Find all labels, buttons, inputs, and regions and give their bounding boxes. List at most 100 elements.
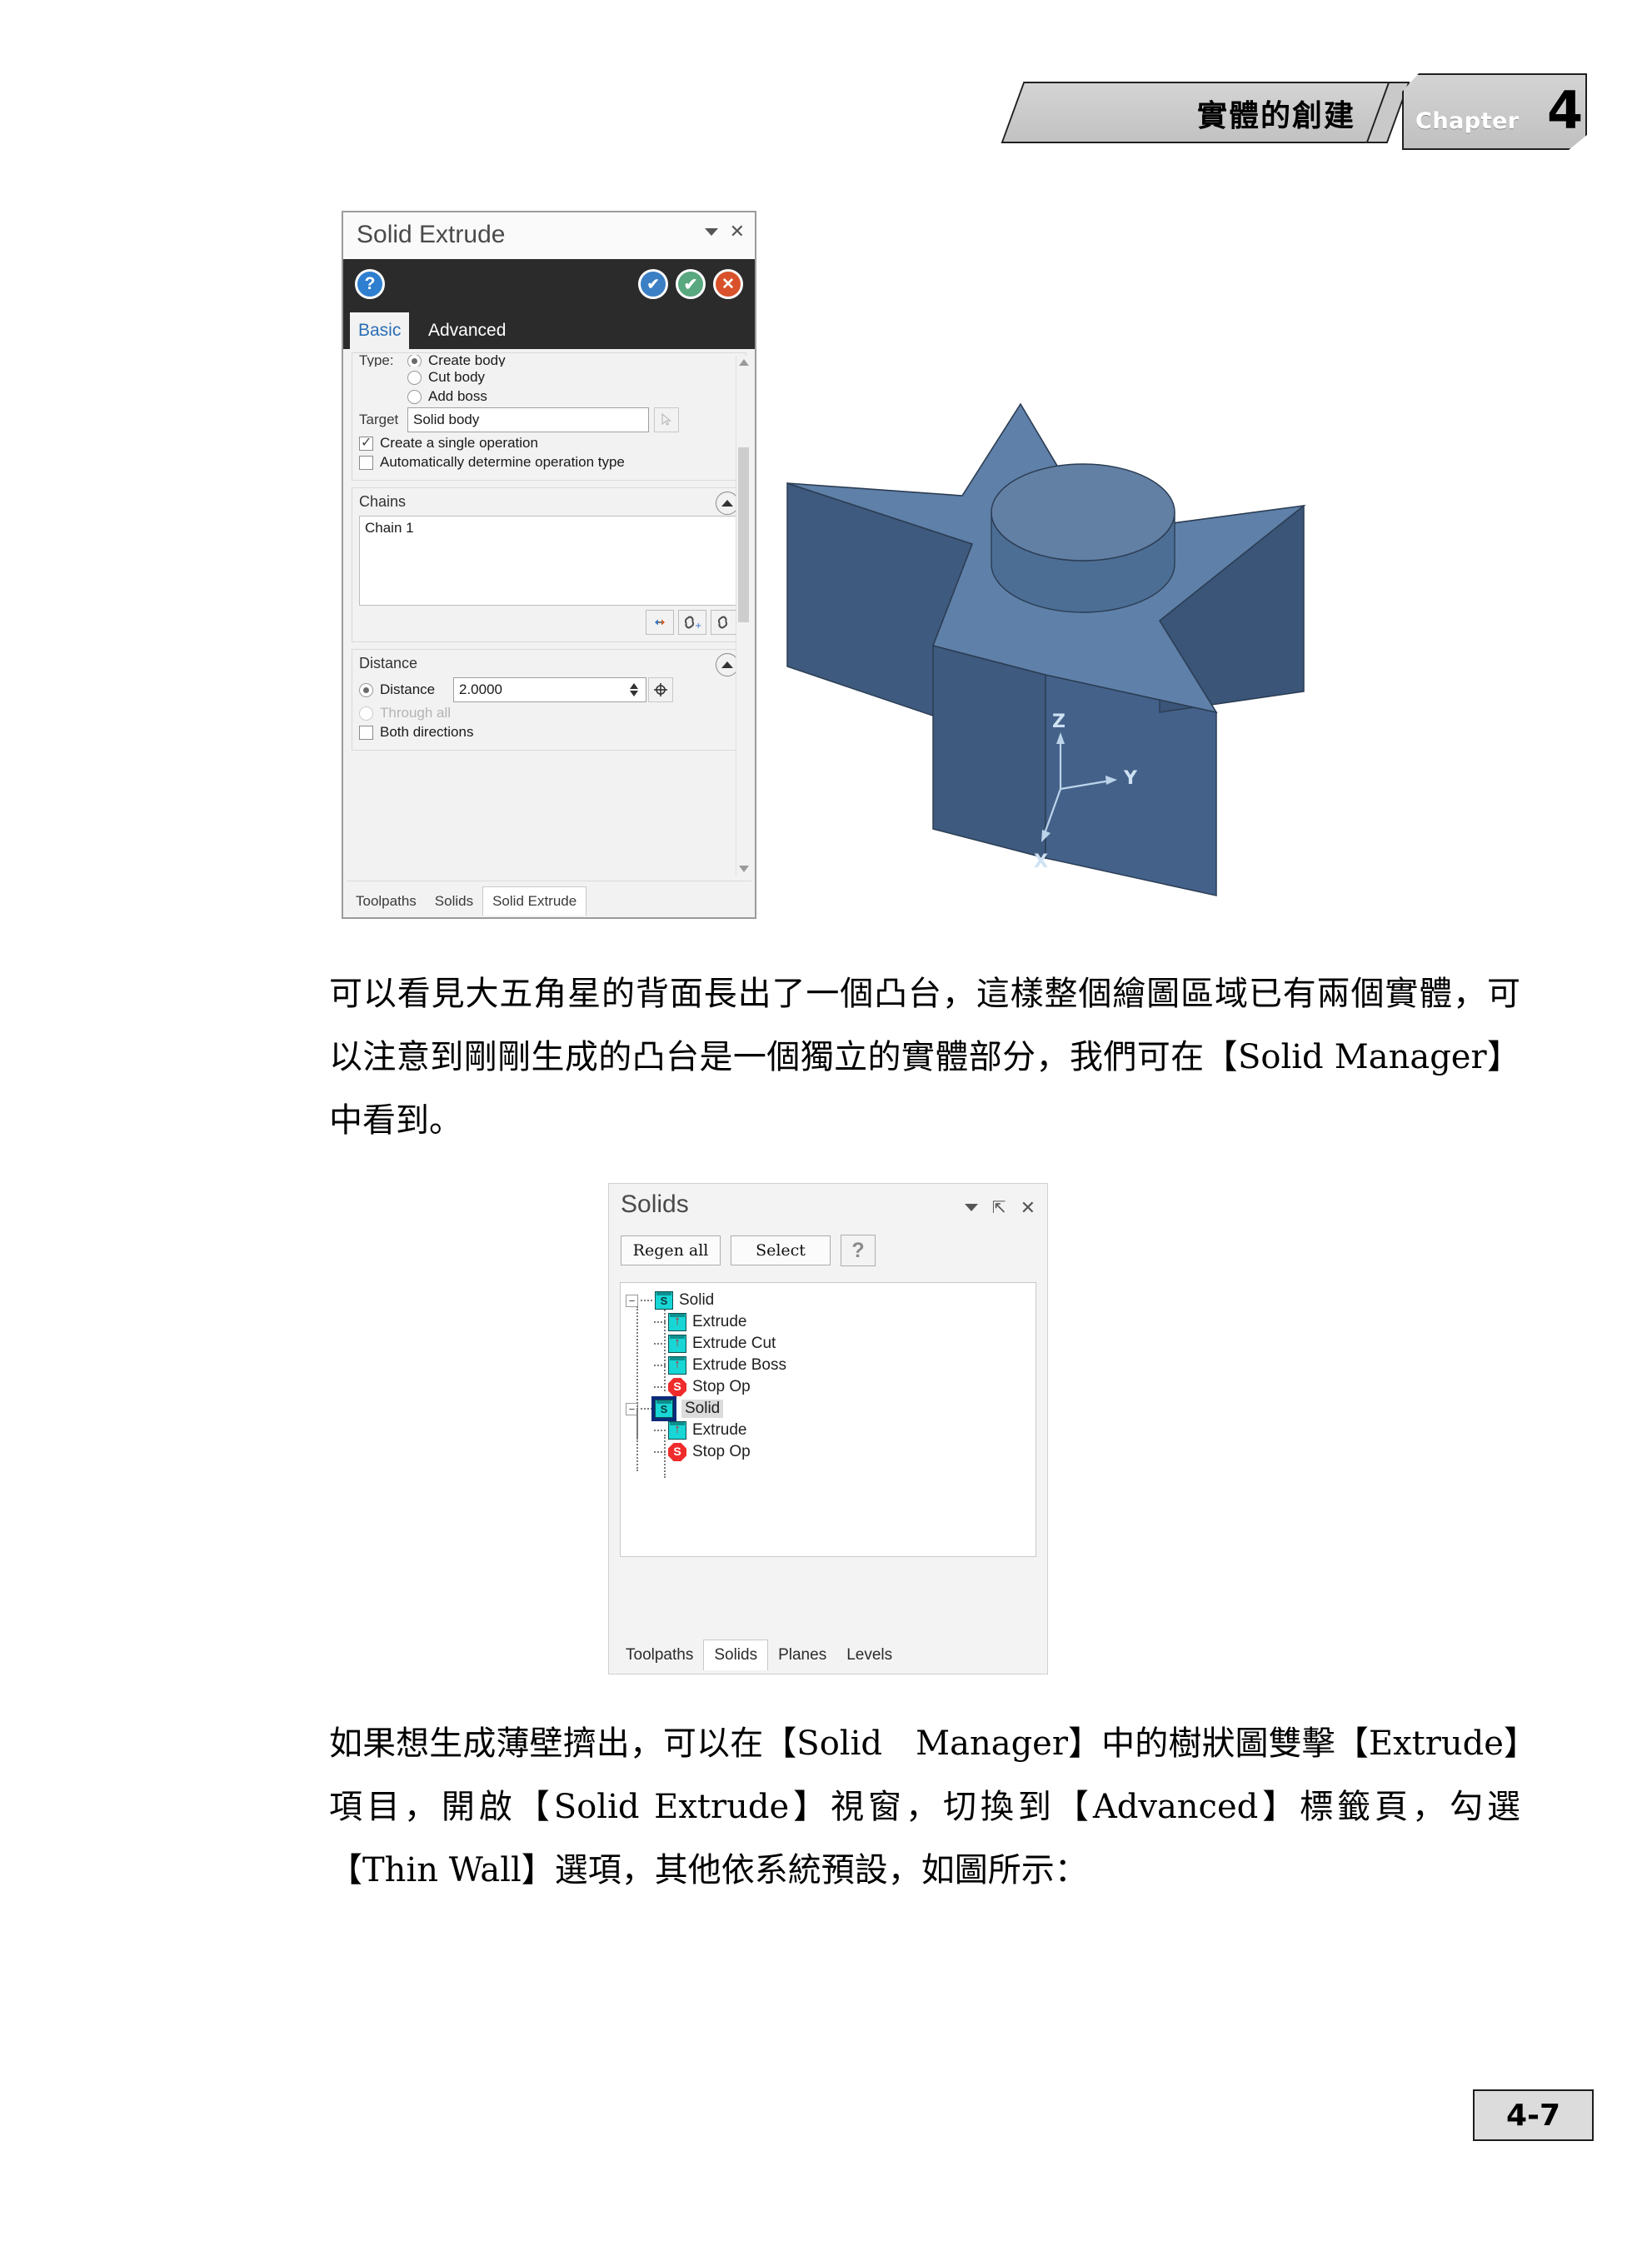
solid-icon [655,1291,673,1310]
tree-dots [641,1408,652,1410]
dialog-scrollbar[interactable] [736,356,750,876]
chains-title: Chains [359,493,407,510]
checkbox-both-directions-label: Both directions [380,724,474,740]
star-solid-model: Z Y X [786,402,1306,896]
tree-dots [641,1300,652,1301]
tree-item-stop-op-1[interactable]: Stop Op [626,1376,1031,1398]
tab-basic[interactable]: Basic [350,312,410,349]
radio-cut-body-label: Cut body [428,369,486,385]
page-number: 4-7 [1473,2089,1594,2141]
radio-create-body-label: Create body [428,355,506,367]
stop-op-icon [668,1443,686,1461]
model-viewport[interactable]: Z Y X [754,379,1337,929]
target-label: Target [359,412,399,427]
tree-item-extrude-2[interactable]: Extrude [626,1420,1031,1441]
radio-through-all[interactable] [359,706,373,721]
solids-titlebar: Solids ⇱ ✕ [609,1184,1047,1229]
chapter-number: 4 [1547,80,1584,141]
checkbox-create-single-operation[interactable] [359,434,373,451]
radio-add-boss-label: Add boss [428,388,487,404]
radio-create-body[interactable] [407,355,422,367]
add-chain-icon[interactable]: + [678,610,706,635]
checkbox-both-directions[interactable] [359,725,373,740]
tree-connector-line [636,1408,638,1471]
apply-and-create-new-icon[interactable]: ✔ [638,269,668,299]
tree-connector-line [664,1306,666,1391]
ok-icon[interactable]: ✔ [676,269,706,299]
dialog-titlebar: Solid Extrude ✕ [343,212,755,259]
solids-toolbar: Regen all Select ? [609,1229,1047,1272]
radio-add-boss[interactable] [407,389,422,404]
tree-item-extrude-cut[interactable]: Extrude Cut [626,1333,1031,1355]
chain-list-item[interactable]: Chain 1 [365,520,733,537]
dialog-bottom-tabs: Toolpaths Solids Solid Extrude [347,881,751,916]
solids-panel-tabs: Toolpaths Solids Planes Levels [616,1634,1041,1670]
tree-item-label: Solid [679,1291,715,1309]
checkbox-auto-determine-operation-type[interactable] [359,455,373,470]
tree-item-label: Extrude [692,1313,747,1330]
paragraph-1: 可以看見大五角星的背面長出了一個凸台，這樣整個繪圖區域已有兩個實體，可以注意到剛… [329,975,1520,1140]
reverse-chain-icon[interactable] [646,610,674,635]
help-icon[interactable]: ? [841,1235,876,1266]
regen-all-button[interactable]: Regen all [621,1235,721,1265]
pick-point-icon[interactable] [648,677,673,702]
tree-item-extrude-boss[interactable]: Extrude Boss [626,1355,1031,1376]
cancel-icon[interactable]: ✕ [713,269,743,299]
close-icon[interactable]: ✕ [1021,1198,1036,1216]
tree-item-label: Extrude Cut [692,1335,776,1352]
close-icon[interactable]: ✕ [730,222,745,241]
extrude-icon [668,1335,686,1353]
distance-stepper[interactable] [630,683,638,696]
star-side-bottom-left [932,645,1046,859]
dialog-tabs: Basic Advanced [343,312,755,349]
radio-through-all-label: Through all [380,705,452,721]
tab-solids[interactable]: Solids [703,1640,769,1670]
target-pick-icon[interactable] [654,407,679,432]
svg-text:+: + [695,621,701,629]
chains-list[interactable]: Chain 1 [359,516,739,606]
radio-distance-label: Distance [380,681,436,697]
paragraph-2: 如果想生成薄壁擠出，可以在【Solid Manager】中的樹狀圖雙擊【Extr… [329,1724,1520,1889]
tree-item-stop-op-2[interactable]: Stop Op [626,1441,1031,1463]
extrude-icon [668,1421,686,1440]
chevron-down-icon[interactable] [704,227,718,236]
extrude-icon [668,1356,686,1375]
chapter-header: 實體的創建 Chapter 4 [1001,73,1587,150]
dialog-title: Solid Extrude [357,221,506,248]
tree-item-label: Solid [681,1400,724,1418]
tab-advanced[interactable]: Advanced [420,312,514,349]
tab-levels[interactable]: Levels [836,1640,902,1670]
edit-chain-icon[interactable] [711,610,739,635]
tree-item-solid-2[interactable]: − Solid [626,1396,1031,1421]
target-input[interactable]: Solid body [407,407,649,432]
help-icon[interactable]: ? [355,269,385,299]
stop-op-icon [668,1378,686,1396]
solids-tree[interactable]: − Solid Extrude Extrude Cut Extrude Boss… [620,1282,1036,1557]
tab-toolpaths[interactable]: Toolpaths [347,887,426,916]
tab-solids[interactable]: Solids [426,887,482,916]
radio-cut-body[interactable] [407,370,422,385]
select-button[interactable]: Select [731,1235,831,1265]
dialog-body: Type: Create body Cut body Add boss Targ… [347,351,751,879]
tab-planes[interactable]: Planes [768,1640,836,1670]
tree-item-solid-1[interactable]: − Solid [626,1290,1031,1311]
extrude-icon [668,1313,686,1331]
tree-toggle-icon[interactable]: − [626,1294,638,1307]
chapter-label: Chapter [1415,108,1520,134]
solid-extrude-dialog: Solid Extrude ✕ ? ✔ ✔ ✕ Basic Advanced T… [342,211,756,919]
dialog-action-toolbar: ? ✔ ✔ ✕ [343,259,755,312]
scroll-down-icon[interactable] [739,866,749,872]
scroll-up-icon[interactable] [739,359,749,366]
tree-item-label: Stop Op [692,1443,751,1460]
tree-item-extrude-1[interactable]: Extrude [626,1311,1031,1333]
solids-panel: Solids ⇱ ✕ Regen all Select ? − Solid Ex… [608,1183,1048,1675]
pin-icon[interactable]: ⇱ [992,1197,1006,1218]
distance-input[interactable]: 2.0000 [453,677,646,702]
tab-solid-extrude[interactable]: Solid Extrude [482,886,587,916]
chevron-down-icon[interactable] [964,1204,978,1211]
radio-distance[interactable] [359,682,373,697]
tree-dots [654,1430,666,1431]
tree-item-label: Extrude [692,1421,747,1439]
scrollbar-thumb[interactable] [738,447,749,622]
tab-toolpaths[interactable]: Toolpaths [616,1640,703,1670]
